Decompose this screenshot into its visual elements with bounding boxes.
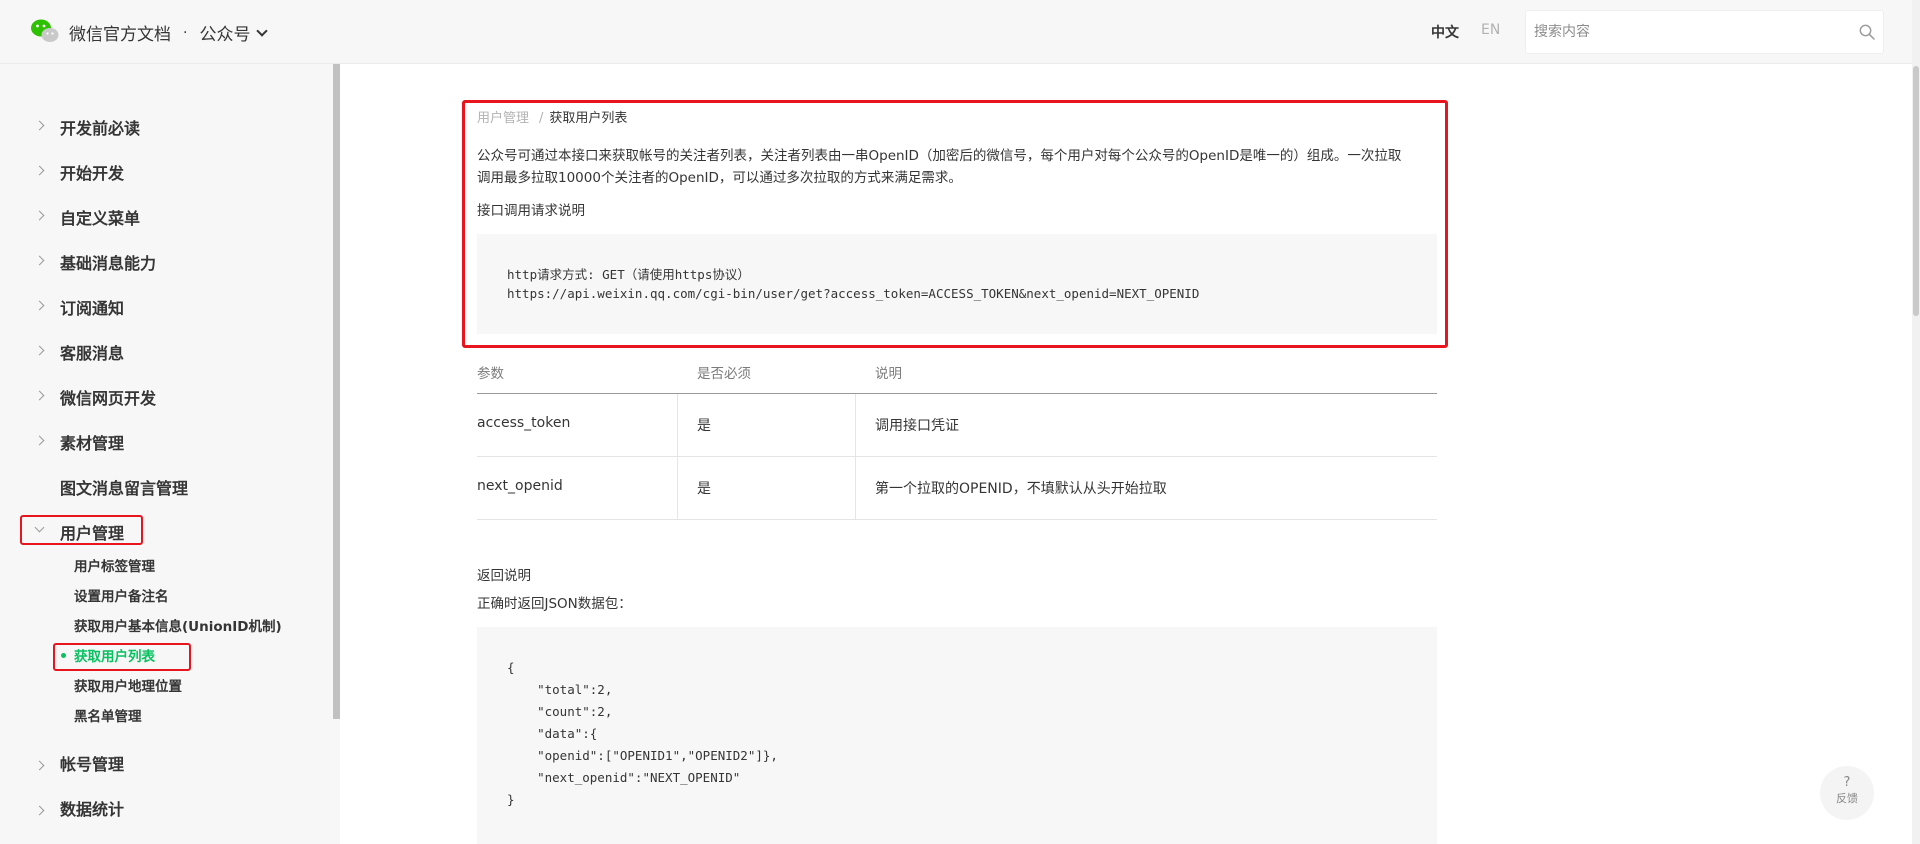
code-line: { <box>507 660 515 675</box>
table-cell: 是 <box>697 418 711 434</box>
sidebar-item-material[interactable]: 素材管理 <box>60 430 124 454</box>
code-line: "data":{ <box>507 726 598 741</box>
chevron-right-icon[interactable] <box>34 435 45 446</box>
feedback-label: 反馈 <box>1836 792 1858 805</box>
chevron-right-icon[interactable] <box>34 345 45 356</box>
sidebar-scrollbar[interactable] <box>333 64 340 719</box>
sidebar-item-comment-management[interactable]: 图文消息留言管理 <box>60 475 188 499</box>
request-code-block: http请求方式: GET（请使用https协议） https://api.we… <box>477 234 1437 334</box>
intro-line: 公众号可通过本接口来获取帐号的关注者列表，关注者列表由一串OpenID（加密后的… <box>477 148 1402 164</box>
breadcrumb-parent[interactable]: 用户管理 <box>477 111 529 126</box>
sidebar-item-basic-message[interactable]: 基础消息能力 <box>60 250 156 274</box>
table-header-divider <box>477 393 1437 394</box>
table-cell: access_token <box>477 415 571 431</box>
sidebar-item-data-statistics[interactable]: 数据统计 <box>60 796 124 820</box>
chevron-right-icon[interactable] <box>34 120 45 131</box>
code-line: "next_openid":"NEXT_OPENID" <box>507 770 741 785</box>
chevron-right-icon[interactable] <box>34 390 45 401</box>
page-scrollbar-thumb[interactable] <box>1913 66 1919 316</box>
table-column-divider <box>677 394 678 519</box>
section-selector[interactable]: 公众号 <box>199 20 250 45</box>
intro-line: 调用最多拉取10000个关注者的OpenID，可以通过多次拉取的方式来满足需求。 <box>477 170 962 186</box>
question-icon: ? <box>1843 775 1851 790</box>
return-subtitle: 正确时返回JSON数据包： <box>477 596 632 612</box>
sidebar-item-custom-menu[interactable]: 自定义菜单 <box>60 205 140 229</box>
table-row-divider <box>477 456 1437 457</box>
sidebar-item-subscribe-notify[interactable]: 订阅通知 <box>60 295 124 319</box>
chevron-down-icon[interactable] <box>256 24 269 37</box>
sidebar-subitem-user-tags[interactable]: 用户标签管理 <box>74 555 155 575</box>
page-scrollbar[interactable] <box>1912 0 1920 844</box>
sidebar-item-webpage-dev[interactable]: 微信网页开发 <box>60 385 156 409</box>
sidebar: 开发前必读 开始开发 自定义菜单 基础消息能力 订阅通知 客服消息 微信网页开发… <box>0 64 340 844</box>
chevron-right-icon[interactable] <box>34 805 45 816</box>
table-header-description: 说明 <box>875 366 902 382</box>
code-line: } <box>507 792 515 807</box>
json-code-block: { "total":2, "count":2, "data":{ "openid… <box>477 627 1437 844</box>
table-cell: 调用接口凭证 <box>875 418 959 434</box>
brand: 微信官方文档 · 公众号 <box>69 20 269 45</box>
chevron-right-icon[interactable] <box>34 760 45 771</box>
sidebar-subitem-user-info[interactable]: 获取用户基本信息(UnionID机制) <box>74 615 282 635</box>
chevron-right-icon[interactable] <box>34 165 45 176</box>
table-cell: next_openid <box>477 478 563 494</box>
code-line: http请求方式: GET（请使用https协议） <box>507 267 750 282</box>
chevron-right-icon[interactable] <box>34 255 45 266</box>
sidebar-subitem-user-remark[interactable]: 设置用户备注名 <box>74 585 169 605</box>
request-section-label: 接口调用请求说明 <box>477 203 585 219</box>
code-line: "count":2, <box>507 704 613 719</box>
brand-separator: · <box>183 24 188 41</box>
table-row-divider <box>477 519 1437 520</box>
sidebar-subitem-blacklist[interactable]: 黑名单管理 <box>74 705 142 725</box>
table-column-divider <box>855 394 856 519</box>
breadcrumb-current: 获取用户列表 <box>549 111 628 126</box>
sidebar-item-customer-service[interactable]: 客服消息 <box>60 340 124 364</box>
intro-paragraph: 公众号可通过本接口来获取帐号的关注者列表，关注者列表由一串OpenID（加密后的… <box>477 145 1437 189</box>
search-input[interactable] <box>1534 11 1834 53</box>
code-line: https://api.weixin.qq.com/cgi-bin/user/g… <box>507 286 1200 301</box>
chevron-right-icon[interactable] <box>34 210 45 221</box>
breadcrumb-separator: / <box>539 111 544 126</box>
chevron-right-icon[interactable] <box>34 300 45 311</box>
table-cell: 第一个拉取的OPENID，不填默认从头开始拉取 <box>875 481 1167 497</box>
search-icon[interactable] <box>1859 24 1875 40</box>
top-header: 微信官方文档 · 公众号 中文 EN <box>0 0 1920 64</box>
lang-zh-link[interactable]: 中文 <box>1431 22 1459 42</box>
table-header-required: 是否必须 <box>697 366 751 382</box>
wechat-logo-icon[interactable] <box>30 18 60 44</box>
highlight-box-user-management <box>20 515 143 545</box>
sidebar-item-dev-prereading[interactable]: 开发前必读 <box>60 115 140 139</box>
sidebar-subitem-user-location[interactable]: 获取用户地理位置 <box>74 675 182 695</box>
brand-title[interactable]: 微信官方文档 <box>69 20 171 45</box>
table-header-param: 参数 <box>477 366 504 382</box>
sidebar-item-start-dev[interactable]: 开始开发 <box>60 160 124 184</box>
return-section-label: 返回说明 <box>477 568 531 584</box>
feedback-button[interactable]: ? 反馈 <box>1820 766 1874 820</box>
code-line: "openid":["OPENID1","OPENID2"]}, <box>507 748 778 763</box>
table-cell: 是 <box>697 481 711 497</box>
highlight-box-user-list <box>53 643 191 671</box>
search-box[interactable] <box>1525 10 1884 54</box>
lang-en-link[interactable]: EN <box>1481 22 1500 38</box>
code-line: "total":2, <box>507 682 613 697</box>
sidebar-item-account-management[interactable]: 帐号管理 <box>60 751 124 775</box>
breadcrumb: 用户管理 / 获取用户列表 <box>477 107 627 126</box>
